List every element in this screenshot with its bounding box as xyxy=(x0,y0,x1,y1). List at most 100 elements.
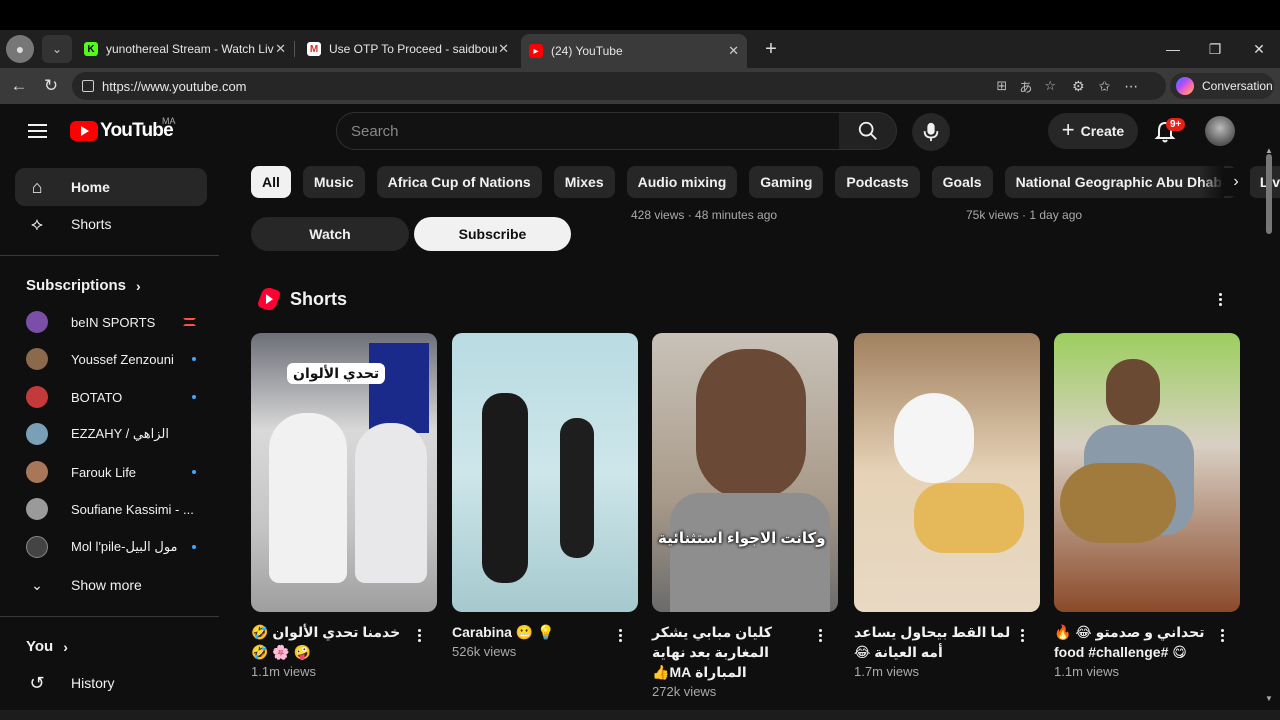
search-input[interactable]: Search xyxy=(336,112,840,150)
subscription-item[interactable]: beIN SPORTS xyxy=(26,309,196,335)
chip-africa-cup[interactable]: Africa Cup of Nations xyxy=(376,166,542,198)
watch-button[interactable]: Watch xyxy=(251,217,409,251)
close-window-icon[interactable]: ✕ xyxy=(1238,30,1280,68)
refresh-icon[interactable]: ↻ xyxy=(35,76,67,96)
chip-podcasts[interactable]: Podcasts xyxy=(835,166,920,198)
you-heading[interactable]: You › xyxy=(26,638,68,655)
short-title[interactable]: Carabina 😬 💡 xyxy=(452,622,612,642)
sidebar-item-shorts[interactable]: ⟡ Shorts xyxy=(15,205,207,243)
tab-gmail[interactable]: M Use OTP To Proceed - saidbourziq ✕ xyxy=(299,34,517,64)
chip-goals[interactable]: Goals xyxy=(931,166,993,198)
short-more-icon[interactable] xyxy=(619,629,623,644)
short-title[interactable]: تحداني و صدمتو 😂 🔥 😋 #food #challenge xyxy=(1054,622,1214,662)
chip-gaming[interactable]: Gaming xyxy=(749,166,824,198)
page-scrollbar-thumb[interactable] xyxy=(1266,154,1272,234)
short-views: 1.1m views xyxy=(251,664,317,679)
subscription-item[interactable]: Youssef Zenzouni xyxy=(26,346,196,372)
browser-toolbar: ← ↻ https://www.youtube.com ⊞ あ ☆ ⚙ ✩ ⋯ … xyxy=(0,68,1280,104)
back-arrow-icon[interactable]: ← xyxy=(3,76,35,96)
short-card[interactable]: Carabina 😬 💡 526k views xyxy=(452,333,638,659)
browser-profile-icon[interactable]: ● xyxy=(6,35,34,63)
short-more-icon[interactable] xyxy=(1021,629,1025,644)
sidebar: ⌂ Home ⟡ Shorts Subscriptions › beIN SPO… xyxy=(0,164,220,720)
subscribe-button[interactable]: Subscribe xyxy=(414,217,571,251)
chip-audio-mixing[interactable]: Audio mixing xyxy=(626,166,738,198)
minimize-icon[interactable]: — xyxy=(1152,30,1194,68)
country-code: MA xyxy=(162,116,176,126)
gmail-favicon-icon: M xyxy=(307,42,321,56)
tab-title: Use OTP To Proceed - saidbourziq xyxy=(329,42,497,56)
scroll-down-arrow-icon[interactable]: ▼ xyxy=(1265,694,1273,703)
app-available-icon[interactable]: ⊞ xyxy=(996,78,1007,94)
short-more-icon[interactable] xyxy=(1221,629,1225,644)
close-tab-icon[interactable]: ✕ xyxy=(728,43,739,59)
restore-icon[interactable]: ❐ xyxy=(1194,30,1236,68)
short-thumbnail[interactable] xyxy=(1054,333,1240,612)
voice-search-button[interactable] xyxy=(912,113,950,151)
subscription-item[interactable]: EZZAHY / الزاهي xyxy=(26,421,196,447)
show-more-label: Show more xyxy=(71,577,142,593)
subscription-item[interactable]: Farouk Life xyxy=(26,459,196,485)
site-info-icon[interactable] xyxy=(82,80,94,92)
sidebar-item-home[interactable]: ⌂ Home xyxy=(15,168,207,206)
more-menu-icon[interactable]: ⋯ xyxy=(1124,78,1138,95)
tab-youtube[interactable]: ▸ (24) YouTube ✕ xyxy=(521,34,747,68)
show-more-button[interactable]: ⌄ Show more xyxy=(15,566,207,604)
tab-divider xyxy=(294,41,295,57)
account-avatar[interactable] xyxy=(1205,116,1235,146)
create-button[interactable]: + Create xyxy=(1048,113,1138,149)
short-card[interactable]: وكانت الاجواء استثنائية كليان مبابي يشكر… xyxy=(652,333,838,699)
chip-mixes[interactable]: Mixes xyxy=(553,166,615,198)
thumbnail-person xyxy=(355,423,427,583)
favorites-icon[interactable]: ✩ xyxy=(1099,78,1111,95)
shorts-section-title: Shorts xyxy=(256,285,347,313)
chips-next-chevron-icon[interactable]: › xyxy=(1222,168,1250,196)
thumbnail-person xyxy=(1106,359,1160,425)
copilot-conversation-button[interactable]: Conversation xyxy=(1170,73,1274,99)
channel-avatar xyxy=(26,461,48,483)
close-tab-icon[interactable]: ✕ xyxy=(498,41,509,57)
short-thumbnail[interactable]: وكانت الاجواء استثنائية xyxy=(652,333,838,612)
new-tab-plus-icon[interactable]: + xyxy=(757,38,785,61)
menu-hamburger-icon[interactable] xyxy=(28,124,47,142)
tab-actions-chevron-icon[interactable]: ⌄ xyxy=(42,35,72,63)
search-button[interactable] xyxy=(839,112,897,150)
address-bar[interactable]: https://www.youtube.com ⊞ あ ☆ xyxy=(72,72,1166,100)
subscription-item[interactable]: Mol l'pile-مول البيل xyxy=(26,534,196,560)
read-aloud-icon[interactable]: あ xyxy=(1019,77,1032,96)
subscription-item[interactable]: Soufiane Kassimi - ... xyxy=(26,496,196,522)
short-card[interactable]: تحداني و صدمتو 😂 🔥 😋 #food #challenge 1.… xyxy=(1054,333,1240,679)
youtube-logo[interactable]: YouTube MA xyxy=(70,116,176,142)
url-text[interactable]: https://www.youtube.com xyxy=(102,79,247,94)
new-content-dot xyxy=(192,545,196,549)
shorts-more-icon[interactable] xyxy=(1219,293,1223,308)
short-thumbnail[interactable]: تحدي الألوان xyxy=(251,333,437,612)
chip-music[interactable]: Music xyxy=(302,166,365,198)
sidebar-item-label: Home xyxy=(71,179,110,195)
thumbnail-blanket xyxy=(914,483,1024,553)
short-title[interactable]: لما القط بيحاول يساعد أمه العيانة 😂 xyxy=(854,622,1014,662)
thumbnail-person xyxy=(670,493,830,612)
extension-icon[interactable]: ⚙ xyxy=(1072,78,1085,95)
filter-chips: All Music Africa Cup of Nations Mixes Au… xyxy=(251,166,1280,198)
short-more-icon[interactable] xyxy=(819,629,823,644)
close-tab-icon[interactable]: ✕ xyxy=(275,41,286,57)
subscriptions-heading[interactable]: Subscriptions › xyxy=(26,277,141,294)
short-thumbnail[interactable] xyxy=(854,333,1040,612)
short-card[interactable]: تحدي الألوان خدمنا تحدي الألوان 🤣 🤪 🌸 🤣 … xyxy=(251,333,437,679)
thumbnail-person xyxy=(269,413,347,583)
subscription-item[interactable]: BOTATO xyxy=(26,384,196,410)
short-title[interactable]: كليان مبابي يشكر المغاربة بعد نهاية المب… xyxy=(652,622,812,682)
chip-all[interactable]: All xyxy=(251,166,291,198)
chip-live[interactable]: Live xyxy=(1248,166,1280,198)
short-thumbnail[interactable] xyxy=(452,333,638,612)
sidebar-item-history[interactable]: ↺ History xyxy=(15,664,207,702)
favorite-star-icon[interactable]: ☆ xyxy=(1044,78,1056,94)
short-more-icon[interactable] xyxy=(418,629,422,644)
short-title[interactable]: خدمنا تحدي الألوان 🤣 🤪 🌸 🤣 xyxy=(251,622,411,662)
notification-badge: 9+ xyxy=(1166,118,1186,131)
omnibox-actions: ⊞ あ ☆ xyxy=(996,72,1056,100)
tab-kick[interactable]: K yunothereal Stream - Watch Live o ✕ xyxy=(76,34,294,64)
sidebar-item-label: History xyxy=(71,675,115,691)
short-card[interactable]: لما القط بيحاول يساعد أمه العيانة 😂 1.7m… xyxy=(854,333,1040,679)
